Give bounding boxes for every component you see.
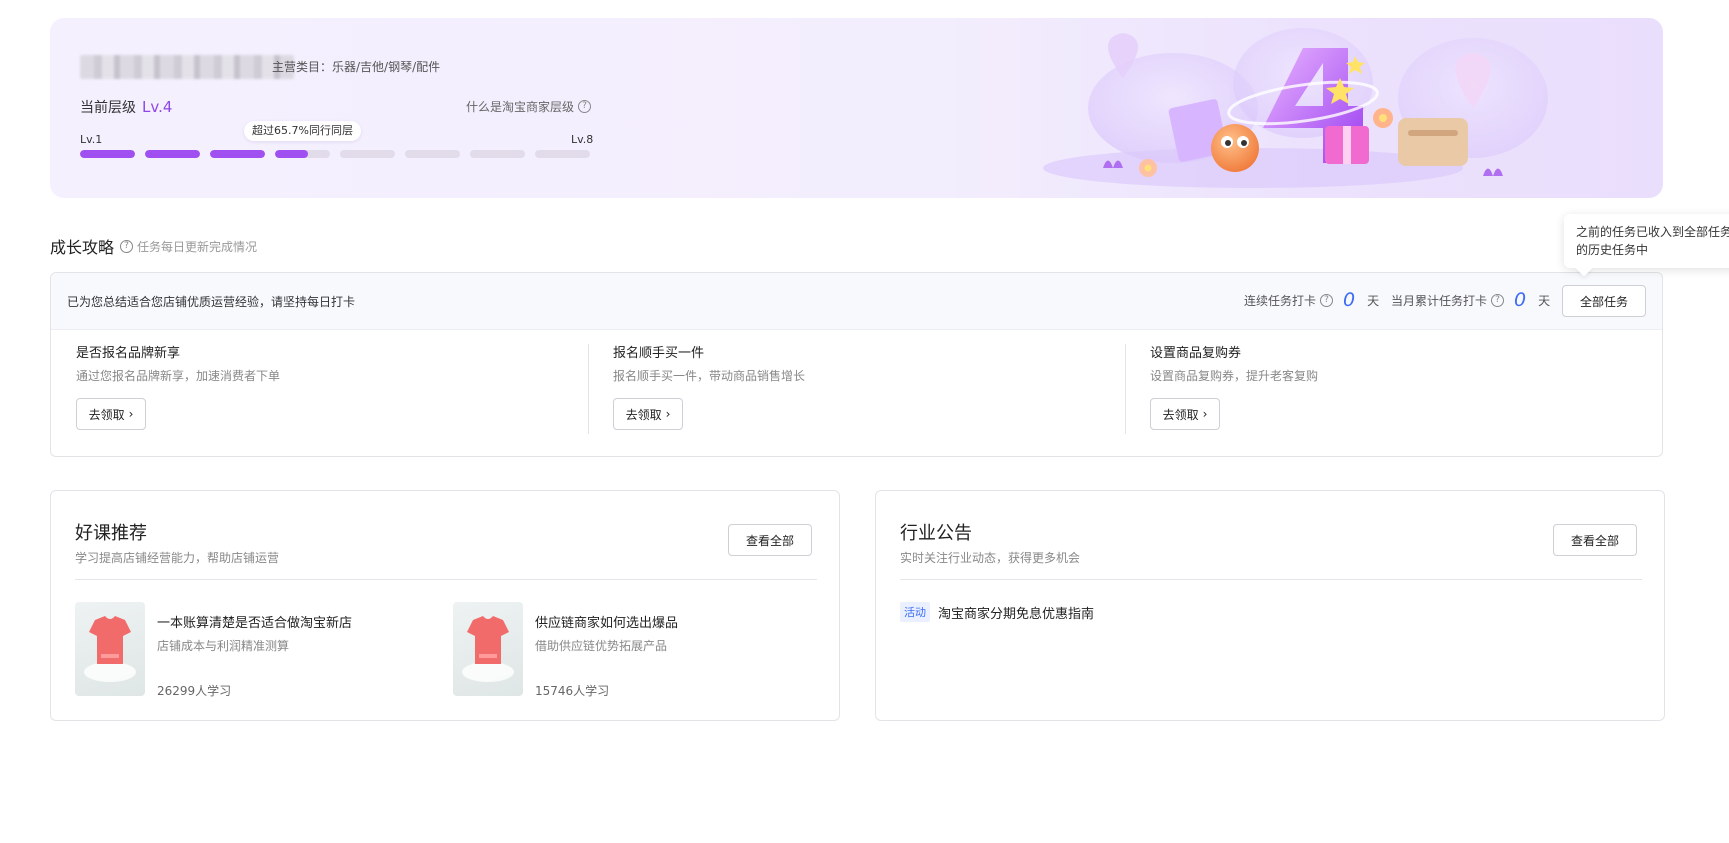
claim-button[interactable]: 去领取 › [1150,398,1220,430]
recommended-courses-panel: 好课推荐 学习提高店铺经营能力，帮助店铺运营 查看全部 一本账算清楚是否适合做淘… [50,490,840,721]
tooltip-line-2: 的历史任务中 [1576,243,1649,257]
divider [900,579,1642,580]
panel-title: 行业公告 [900,523,972,544]
chevron-right-icon: › [128,407,134,421]
current-level-label: 当前层级 [80,100,136,116]
streak-checkin: 连续任务打卡 ? 0 天 [1244,289,1379,311]
notice-tag: 活动 [900,602,930,622]
task-item: 是否报名品牌新享 通过您报名品牌新享，加速消费者下单 去领取 › [51,342,588,430]
task-desc: 报名顺手买一件，带动商品销售增长 [613,369,806,383]
current-level: 当前层级 Lv.4 [80,97,172,117]
monthly-checkin: 当月累计任务打卡 ? 0 天 [1391,289,1550,311]
growth-section-title: 成长攻略 ? 任务每日更新完成情况 [50,234,257,258]
level-segment [340,150,395,158]
claim-button[interactable]: 去领取 › [613,398,683,430]
panel-subtitle: 实时关注行业动态，获得更多机会 [900,551,1081,565]
task-title: 设置商品复购券 [1150,346,1242,361]
claim-label: 去领取 [88,407,125,422]
task-list: 是否报名品牌新享 通过您报名品牌新享，加速消费者下单 去领取 › 报名顺手买一件 … [51,330,1662,434]
notice-text: 淘宝商家分期免息优惠指南 [938,606,1095,622]
course-info: 供应链商家如何选出爆品 借助供应链优势拓展产品 15746人学习 [535,602,678,699]
claim-button[interactable]: 去领取 › [76,398,146,430]
level-segment [210,150,265,158]
panel-subtitle: 学习提高店铺经营能力，帮助店铺运营 [75,551,280,565]
task-item: 报名顺手买一件 报名顺手买一件，带动商品销售增长 去领取 › [588,342,1125,434]
growth-title-text: 成长攻略 [50,238,115,257]
claim-label: 去领取 [625,407,662,422]
growth-card: 已为您总结适合您店铺优质运营经验，请坚持每日打卡 连续任务打卡 ? 0 天 当月… [50,272,1663,457]
level-segment-fill [210,150,265,158]
task-item: 设置商品复购券 设置商品复购券，提升老客复购 去领取 › [1125,342,1662,434]
level-segment [80,150,135,158]
what-is-level-link[interactable]: 什么是淘宝商家层级 ? [466,98,592,115]
question-circle-icon[interactable]: ? [1491,293,1505,307]
view-all-courses-button[interactable]: 查看全部 [728,524,812,556]
growth-subtitle: ? 任务每日更新完成情况 [120,238,257,255]
view-all-notices-button[interactable]: 查看全部 [1553,524,1637,556]
level-4-illustration [1043,28,1548,188]
level-segment [535,150,590,158]
course-title: 供应链商家如何选出爆品 [535,616,679,631]
panel-header: 行业公告 实时关注行业动态，获得更多机会 [900,519,1080,566]
level-segment-fill [80,150,135,158]
course-thumbnail [453,602,523,696]
task-title: 是否报名品牌新享 [76,346,181,361]
course-desc: 借助供应链优势拓展产品 [535,639,668,653]
progress-tip: 超过65.7%同行同层 [244,121,361,141]
level-progress-bar [80,150,590,158]
streak-value: 0 [1343,289,1356,311]
task-desc: 通过您报名品牌新享，加速消费者下单 [76,369,281,383]
question-circle-icon[interactable]: ? [1320,293,1334,307]
all-tasks-tooltip: 之前的任务已收入到全部任务 的历史任务中 [1564,214,1729,268]
level-segment [470,150,525,158]
question-circle-icon[interactable]: ? [120,239,134,253]
claim-label: 去领取 [1162,407,1199,422]
level-segment [405,150,460,158]
chevron-right-icon: › [665,407,671,421]
all-tasks-button[interactable]: 全部任务 [1562,285,1646,317]
level-segment-fill [145,150,200,158]
notice-item[interactable]: 活动 淘宝商家分期免息优惠指南 [900,602,1094,622]
growth-card-header: 已为您总结适合您店铺优质运营经验，请坚持每日打卡 连续任务打卡 ? 0 天 当月… [51,273,1662,330]
max-level-label: Lv.8 [571,133,594,146]
tooltip-line-1: 之前的任务已收入到全部任务 [1576,225,1729,239]
what-is-level-text: 什么是淘宝商家层级 [466,100,575,114]
level-segment [145,150,200,158]
main-category: 主营类目：乐器/吉他/钢琴/配件 [272,60,441,74]
question-circle-icon: ? [578,100,592,113]
panel-header: 好课推荐 学习提高店铺经营能力，帮助店铺运营 [75,519,279,566]
shop-name-redacted [80,55,294,79]
course-title: 一本账算清楚是否适合做淘宝新店 [157,616,353,631]
industry-notice-panel: 行业公告 实时关注行业动态，获得更多机会 查看全部 活动 淘宝商家分期免息优惠指… [875,490,1665,721]
course-info: 一本账算清楚是否适合做淘宝新店 店铺成本与利润精准测算 26299人学习 [157,602,352,699]
course-thumbnail [75,602,145,696]
monthly-value: 0 [1514,289,1527,311]
current-level-value: Lv.4 [142,98,173,116]
level-banner: 主营类目：乐器/吉他/钢琴/配件 当前层级 Lv.4 什么是淘宝商家层级 ? 超过… [50,18,1663,198]
divider [75,579,817,580]
course-learners: 26299人学习 [157,684,232,698]
course-item[interactable]: 一本账算清楚是否适合做淘宝新店 店铺成本与利润精准测算 26299人学习 [75,602,453,699]
streak-label: 连续任务打卡 [1244,293,1317,308]
monthly-unit: 天 [1538,293,1551,308]
growth-tip: 已为您总结适合您店铺优质运营经验，请坚持每日打卡 [67,295,356,309]
min-level-label: Lv.1 [80,133,103,146]
tshirt-icon [84,616,136,682]
streak-unit: 天 [1367,293,1380,308]
level-segment-fill [275,150,308,158]
chevron-right-icon: › [1202,407,1208,421]
course-desc: 店铺成本与利润精准测算 [157,639,290,653]
monthly-label: 当月累计任务打卡 [1391,293,1488,308]
tshirt-icon [462,616,514,682]
task-title: 报名顺手买一件 [613,346,705,361]
panel-title: 好课推荐 [75,523,147,544]
growth-subtitle-text: 任务每日更新完成情况 [137,239,258,254]
course-item[interactable]: 供应链商家如何选出爆品 借助供应链优势拓展产品 15746人学习 [453,602,831,699]
level-segment [275,150,330,158]
task-desc: 设置商品复购券，提升老客复购 [1150,369,1319,383]
course-list: 一本账算清楚是否适合做淘宝新店 店铺成本与利润精准测算 26299人学习 供应链… [75,602,831,699]
course-learners: 15746人学习 [535,684,610,698]
